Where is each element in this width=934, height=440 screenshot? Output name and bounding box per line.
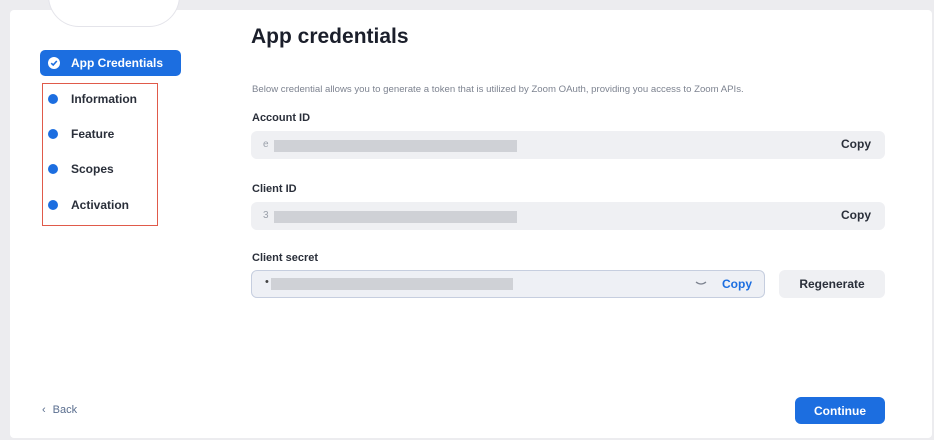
sidebar-item-label: Feature <box>71 127 115 141</box>
step-dot-icon <box>48 129 58 139</box>
redacted-value <box>271 278 513 290</box>
page-title: App credentials <box>251 25 409 48</box>
sidebar-item-scopes[interactable]: Scopes <box>48 160 114 178</box>
check-icon <box>48 57 60 69</box>
back-label: Back <box>52 404 78 416</box>
sidebar-item-label: Activation <box>71 198 130 212</box>
account-id-label: Account ID <box>252 112 311 124</box>
client-id-label: Client ID <box>252 183 297 195</box>
client-id-value: 3 <box>263 210 269 221</box>
back-button[interactable]: ‹ Back <box>42 404 77 416</box>
redacted-value <box>274 140 517 152</box>
redacted-value <box>274 211 517 223</box>
step-dot-icon <box>48 200 58 210</box>
sidebar-item-activation[interactable]: Activation <box>48 196 129 214</box>
client-secret-value: • <box>265 276 269 288</box>
header-shape <box>48 0 180 27</box>
continue-button[interactable]: Continue <box>795 397 885 424</box>
sidebar-item-label: Scopes <box>71 162 114 176</box>
client-secret-label: Client secret <box>252 252 319 264</box>
account-id-value: e <box>263 139 269 150</box>
copy-client-secret-button[interactable]: Copy <box>722 277 752 291</box>
copy-account-id-button[interactable]: Copy <box>841 137 871 151</box>
sidebar-item-feature[interactable]: Feature <box>48 125 114 143</box>
eye-closed-icon[interactable] <box>695 279 707 287</box>
sidebar-item-label: Information <box>71 92 137 106</box>
regenerate-button[interactable]: Regenerate <box>779 270 885 298</box>
copy-client-id-button[interactable]: Copy <box>841 208 871 222</box>
sidebar-item-label: App Credentials <box>71 56 164 70</box>
client-id-field: 3 Copy <box>251 202 885 230</box>
client-secret-field[interactable]: • Copy <box>251 270 765 298</box>
step-dot-icon <box>48 94 58 104</box>
page-description: Below credential allows you to generate … <box>252 84 744 95</box>
sidebar-item-app-credentials[interactable]: App Credentials <box>40 50 181 76</box>
step-dot-icon <box>48 164 58 174</box>
account-id-field: e Copy <box>251 131 885 159</box>
sidebar-item-information[interactable]: Information <box>48 90 137 108</box>
chevron-left-icon: ‹ <box>42 404 46 416</box>
